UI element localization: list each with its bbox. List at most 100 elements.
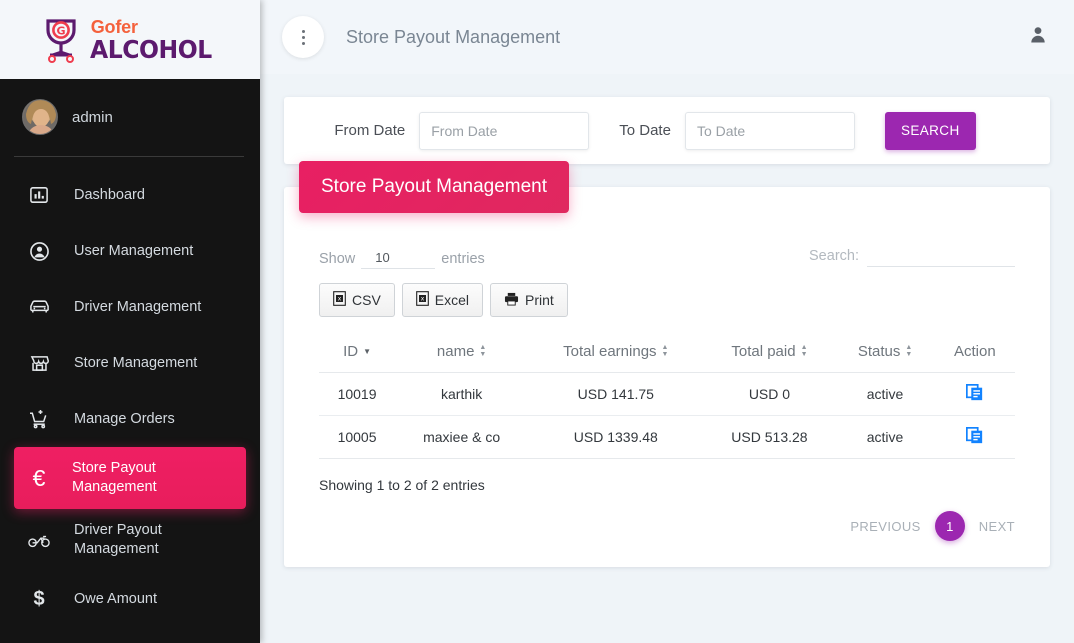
main-area: Store Payout Management From Date To Dat… bbox=[260, 0, 1074, 643]
logo-text-gofer: Gofer bbox=[90, 16, 138, 37]
chart-bar-icon bbox=[26, 186, 52, 204]
cell-name: maxiee & co bbox=[395, 415, 529, 459]
cell-status: active bbox=[835, 372, 935, 416]
datatable-toolbar: Show 10 25 50 100 entries Search: bbox=[319, 245, 1015, 269]
user-circle-icon bbox=[26, 241, 52, 261]
cell-total-earnings: USD 141.75 bbox=[528, 372, 704, 416]
sort-both-icon: ▲ ▼ bbox=[661, 344, 669, 358]
sidebar-item-label: Store Payout Management bbox=[72, 460, 157, 495]
to-date-input[interactable] bbox=[696, 122, 843, 139]
column-label: ID bbox=[343, 343, 359, 360]
sidebar-item-driver-management[interactable]: Driver Management bbox=[0, 279, 260, 335]
logo-text-alcohol: ALCOHOL bbox=[89, 34, 212, 64]
sort-both-icon: ▲ ▼ bbox=[479, 344, 487, 358]
cart-plus-icon bbox=[26, 409, 52, 429]
store-payout-table-card: Store Payout Management Show 10 25 50 10… bbox=[284, 161, 1050, 567]
datatable-length: Show 10 25 50 100 entries bbox=[319, 248, 485, 269]
column-label: Total paid bbox=[731, 343, 796, 360]
sidebar-item-dashboard[interactable]: Dashboard bbox=[0, 167, 260, 223]
column-header-status[interactable]: Status ▲ ▼ bbox=[835, 343, 935, 373]
table-row: 10005 maxiee & co USD 1339.48 USD 513.28… bbox=[319, 415, 1015, 459]
sidebar-item-label: Owe Amount bbox=[74, 590, 158, 607]
entries-label: entries bbox=[441, 250, 485, 267]
file-excel-icon: x bbox=[415, 291, 429, 309]
brand-logo[interactable]: G Gofer ALCOHOL bbox=[41, 17, 219, 63]
sidebar-user[interactable]: admin bbox=[0, 79, 260, 135]
pagination-page-1[interactable]: 1 bbox=[934, 511, 965, 541]
excel-button-label: Excel bbox=[434, 292, 470, 308]
search-button[interactable]: SEARCH bbox=[884, 111, 976, 150]
cell-status: active bbox=[835, 415, 935, 459]
page-title: Store Payout Management bbox=[346, 26, 561, 47]
to-date-fieldbox[interactable] bbox=[684, 111, 855, 150]
csv-button[interactable]: x CSV bbox=[319, 283, 395, 317]
pagination-previous[interactable]: PREVIOUS bbox=[850, 519, 920, 534]
dollar-icon: $ bbox=[33, 587, 45, 610]
cell-total-earnings: USD 1339.48 bbox=[528, 415, 704, 459]
table-header-row: ID ▼ name ▲ ▼ Total earnings ▲ ▼ Total p… bbox=[319, 343, 1015, 373]
topbar: Store Payout Management bbox=[260, 0, 1074, 74]
copy-documents-icon[interactable] bbox=[966, 384, 983, 401]
print-button-label: Print bbox=[525, 292, 554, 308]
vertical-dots-icon[interactable] bbox=[282, 16, 324, 58]
csv-button-label: CSV bbox=[352, 292, 381, 308]
sort-both-icon: ▲ ▼ bbox=[800, 344, 808, 358]
sort-descending-icon: ▼ bbox=[363, 347, 372, 356]
sidebar-item-label: Driver Management bbox=[74, 298, 202, 315]
svg-text:x: x bbox=[338, 296, 342, 303]
copy-documents-icon[interactable] bbox=[966, 427, 983, 444]
sidebar-item-driver-payout-management[interactable]: Driver Payout Management bbox=[0, 509, 260, 571]
datatable-search: Search: bbox=[809, 245, 1015, 269]
sort-both-icon: ▲ ▼ bbox=[905, 344, 913, 358]
column-label: name bbox=[436, 343, 475, 360]
wine-glass-cart-icon: G bbox=[46, 18, 76, 63]
print-button[interactable]: Print bbox=[490, 283, 568, 317]
sidebar-user-name: admin bbox=[72, 108, 113, 126]
sidebar: G Gofer ALCOHOL admin Dashboard User Man… bbox=[0, 0, 260, 643]
show-label: Show bbox=[319, 250, 356, 267]
cell-id: 10005 bbox=[319, 415, 396, 459]
svg-text:x: x bbox=[421, 296, 425, 303]
to-date-label: To Date bbox=[619, 122, 671, 139]
column-header-total-paid[interactable]: Total paid ▲ ▼ bbox=[703, 343, 836, 373]
export-buttons: x CSV x Excel Print bbox=[319, 283, 1015, 317]
from-date-fieldbox[interactable] bbox=[419, 111, 590, 150]
sidebar-item-user-management[interactable]: User Management bbox=[0, 223, 260, 279]
column-label: Action bbox=[954, 343, 996, 360]
column-label: Status bbox=[857, 343, 901, 360]
date-filter-card: From Date To Date SEARCH bbox=[284, 97, 1050, 164]
column-header-name[interactable]: name ▲ ▼ bbox=[395, 343, 529, 373]
store-payout-table: ID ▼ name ▲ ▼ Total earnings ▲ ▼ Total p… bbox=[319, 343, 1015, 459]
excel-button[interactable]: x Excel bbox=[401, 283, 484, 317]
logo-panel: G Gofer ALCOHOL bbox=[0, 0, 260, 79]
pagination-next[interactable]: NEXT bbox=[979, 519, 1015, 534]
search-input[interactable] bbox=[867, 245, 1015, 267]
svg-text:G: G bbox=[56, 24, 65, 37]
cell-name: karthik bbox=[395, 372, 529, 416]
car-icon bbox=[26, 298, 52, 316]
sidebar-nav: Dashboard User Management Driver Managem… bbox=[0, 167, 260, 627]
sidebar-item-label: Store Management bbox=[74, 354, 198, 371]
sidebar-item-label: User Management bbox=[74, 242, 194, 259]
table-body: 10019 karthik USD 141.75 USD 0 active 10… bbox=[319, 372, 1015, 459]
sidebar-item-owe-amount[interactable]: $ Owe Amount bbox=[0, 571, 260, 627]
from-date-input[interactable] bbox=[431, 122, 578, 139]
sidebar-item-label: Manage Orders bbox=[74, 410, 175, 427]
file-excel-icon: x bbox=[333, 291, 346, 309]
avatar bbox=[22, 99, 58, 135]
sidebar-divider bbox=[14, 156, 244, 157]
sidebar-item-manage-orders[interactable]: Manage Orders bbox=[0, 391, 260, 447]
user-icon[interactable] bbox=[1028, 25, 1048, 50]
column-header-total-earnings[interactable]: Total earnings ▲ ▼ bbox=[528, 343, 704, 373]
sidebar-item-label: Driver Payout Management bbox=[74, 522, 162, 557]
from-date-label: From Date bbox=[334, 122, 406, 139]
datatable-wrapper: Show 10 25 50 100 entries Search: bbox=[284, 187, 1050, 541]
sidebar-item-store-payout-management[interactable]: € Store Payout Management bbox=[14, 447, 246, 509]
entries-length-select[interactable]: 10 25 50 100 bbox=[361, 248, 436, 269]
table-row: 10019 karthik USD 141.75 USD 0 active bbox=[319, 372, 1015, 416]
column-header-id[interactable]: ID ▼ bbox=[319, 343, 396, 373]
sidebar-item-store-management[interactable]: Store Management bbox=[0, 335, 260, 391]
card-banner-title: Store Payout Management bbox=[299, 161, 570, 213]
sidebar-item-label: Dashboard bbox=[74, 186, 145, 203]
table-head: ID ▼ name ▲ ▼ Total earnings ▲ ▼ Total p… bbox=[319, 343, 1015, 373]
